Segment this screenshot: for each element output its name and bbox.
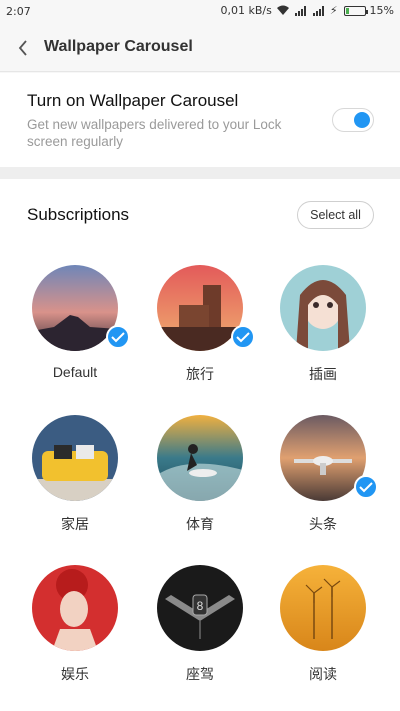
subscription-item-default[interactable]: Default — [20, 265, 130, 395]
subscriptions-title: Subscriptions — [27, 205, 130, 224]
selected-check-icon — [354, 475, 378, 499]
selected-check-icon — [106, 325, 130, 349]
app-header: Wallpaper Carousel — [0, 24, 400, 72]
status-bar: 2:07 0,01 kB/s ⚡ 15% — [0, 0, 400, 24]
subscription-label: 阅读 — [309, 666, 337, 682]
subscription-item-sports[interactable]: 体育 — [145, 415, 255, 545]
subscription-item-entertainment[interactable]: 娱乐 — [20, 565, 130, 695]
subscription-item-travel[interactable]: 旅行 — [145, 265, 255, 395]
wifi-icon — [276, 5, 289, 15]
svg-text:8: 8 — [197, 599, 204, 613]
sports-thumbnail — [157, 415, 243, 501]
signal-icon-2 — [312, 6, 324, 16]
home-thumbnail — [32, 415, 118, 501]
switch-knob — [354, 112, 370, 128]
status-time: 2:07 — [6, 5, 31, 18]
carousel-toggle-switch[interactable] — [332, 108, 374, 132]
subscription-label: 娱乐 — [61, 666, 89, 682]
subscription-label: 头条 — [309, 516, 337, 532]
subscription-item-headlines[interactable]: 头条 — [268, 415, 378, 545]
select-all-button[interactable]: Select all — [297, 201, 374, 229]
subscription-label: 家居 — [61, 516, 89, 532]
reading-thumbnail — [280, 565, 366, 651]
subscriptions-section: Subscriptions Select all Default 旅行 插画 家… — [0, 179, 400, 711]
battery-level — [345, 7, 349, 14]
subscription-label: 体育 — [186, 516, 214, 532]
subscription-item-home[interactable]: 家居 — [20, 415, 130, 545]
illustration-thumbnail — [280, 265, 366, 351]
battery-percent: 15% — [369, 4, 394, 17]
selected-check-icon — [231, 325, 255, 349]
subscription-item-reading[interactable]: 阅读 — [268, 565, 378, 695]
carousel-toggle-title: Turn on Wallpaper Carousel — [27, 91, 239, 110]
subscription-label: 座驾 — [186, 666, 214, 682]
subscription-label: Default — [52, 364, 98, 380]
carousel-toggle-description: Get new wallpapers delivered to your Loc… — [27, 117, 282, 149]
battery-icon — [343, 5, 368, 16]
entertainment-thumbnail — [32, 565, 118, 651]
charging-icon: ⚡ — [329, 4, 338, 17]
cars-thumbnail: 8 — [157, 565, 243, 651]
section-divider — [0, 167, 400, 179]
carousel-toggle-row[interactable]: Turn on Wallpaper Carousel Get new wallp… — [0, 73, 400, 167]
subscription-item-illustration[interactable]: 插画 — [268, 265, 378, 395]
subscription-label: 旅行 — [186, 366, 214, 382]
subscription-item-cars[interactable]: 8 座驾 — [145, 565, 255, 695]
back-arrow-icon[interactable] — [12, 36, 36, 60]
status-indicators: 0,01 kB/s ⚡ 15% — [220, 4, 394, 17]
subscription-label: 插画 — [309, 366, 337, 382]
signal-icon — [294, 6, 306, 16]
page-title: Wallpaper Carousel — [44, 38, 193, 55]
network-speed: 0,01 kB/s — [220, 4, 272, 17]
